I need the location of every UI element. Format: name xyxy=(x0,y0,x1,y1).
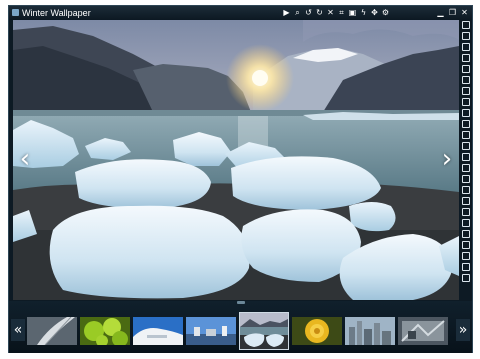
image-icon[interactable] xyxy=(462,120,470,128)
filmstrip-next-button[interactable]: » xyxy=(456,319,470,341)
zoom-in-icon[interactable]: ⌕ xyxy=(292,7,303,19)
brush-icon[interactable] xyxy=(462,197,470,205)
delete-icon[interactable]: ✕ xyxy=(325,7,336,19)
thumbnail-strip xyxy=(25,312,450,350)
help-icon[interactable] xyxy=(462,252,470,260)
thumbnail-winter-lake-selected[interactable] xyxy=(239,312,289,350)
title-bar[interactable]: Winter Wallpaper ▶ ⌕ ↺ ↻ ✕ ⌗ ▣ ϟ ✥ ⚙ ▁ ❐… xyxy=(9,6,472,20)
wallpaper-image xyxy=(13,20,459,300)
web-icon[interactable] xyxy=(462,241,470,249)
filter-icon[interactable] xyxy=(462,153,470,161)
folder-icon[interactable] xyxy=(462,109,470,117)
thumbnail-white-building[interactable] xyxy=(133,317,183,345)
layers-icon[interactable] xyxy=(462,164,470,172)
image-viewer[interactable]: ‹ › xyxy=(13,20,459,300)
rotate-left-icon[interactable]: ↺ xyxy=(303,7,314,19)
thumbnail-green-balls[interactable] xyxy=(80,317,130,345)
restore-icon[interactable]: ❐ xyxy=(447,7,458,19)
filmstrip-handle[interactable] xyxy=(237,301,245,304)
filmstrip-prev-button[interactable]: « xyxy=(11,319,25,341)
play-icon[interactable]: ▶ xyxy=(281,7,292,19)
tag-icon[interactable] xyxy=(462,274,470,282)
effects-icon[interactable]: ϟ xyxy=(358,7,369,19)
window-controls: ▁ ❐ ✕ xyxy=(435,7,470,19)
info-icon[interactable] xyxy=(462,76,470,84)
frame-icon[interactable] xyxy=(462,186,470,194)
previous-image-button[interactable]: ‹ xyxy=(15,144,35,174)
copy-icon[interactable] xyxy=(462,21,470,29)
thumbnail-abstract-pattern[interactable] xyxy=(398,317,448,345)
list-icon[interactable] xyxy=(462,87,470,95)
thumbnail-city-skyline[interactable] xyxy=(345,317,395,345)
crop-icon[interactable]: ⌗ xyxy=(336,7,347,19)
app-window: Winter Wallpaper ▶ ⌕ ↺ ↻ ✕ ⌗ ▣ ϟ ✥ ⚙ ▁ ❐… xyxy=(8,5,473,353)
minimize-icon[interactable]: ▁ xyxy=(435,7,446,19)
next-image-button[interactable]: › xyxy=(437,144,457,174)
stamp-icon[interactable] xyxy=(462,230,470,238)
color-icon[interactable] xyxy=(462,175,470,183)
page-icon[interactable] xyxy=(462,131,470,139)
filmstrip: « » xyxy=(9,301,472,353)
side-toolbar xyxy=(461,21,471,299)
grid-icon[interactable] xyxy=(462,98,470,106)
window-title: Winter Wallpaper xyxy=(22,8,91,18)
app-icon xyxy=(12,9,19,16)
save-icon[interactable] xyxy=(462,32,470,40)
close-icon[interactable]: ✕ xyxy=(459,7,470,19)
rotate-right-icon[interactable]: ↻ xyxy=(314,7,325,19)
settings-icon[interactable]: ⚙ xyxy=(380,7,391,19)
star-icon[interactable] xyxy=(462,263,470,271)
open-icon[interactable] xyxy=(462,65,470,73)
pan-icon[interactable]: ✥ xyxy=(369,7,380,19)
resize-icon[interactable]: ▣ xyxy=(347,7,358,19)
export-icon[interactable] xyxy=(462,142,470,150)
toolbar: ▶ ⌕ ↺ ↻ ✕ ⌗ ▣ ϟ ✥ ⚙ xyxy=(281,7,391,19)
thumbnail-blue-sky[interactable] xyxy=(186,317,236,345)
email-icon[interactable] xyxy=(462,54,470,62)
print-icon[interactable] xyxy=(462,43,470,51)
text-icon[interactable] xyxy=(462,208,470,216)
thumbnail-yellow-rose[interactable] xyxy=(292,317,342,345)
edit-icon[interactable] xyxy=(462,219,470,227)
thumbnail-feather[interactable] xyxy=(27,317,77,345)
